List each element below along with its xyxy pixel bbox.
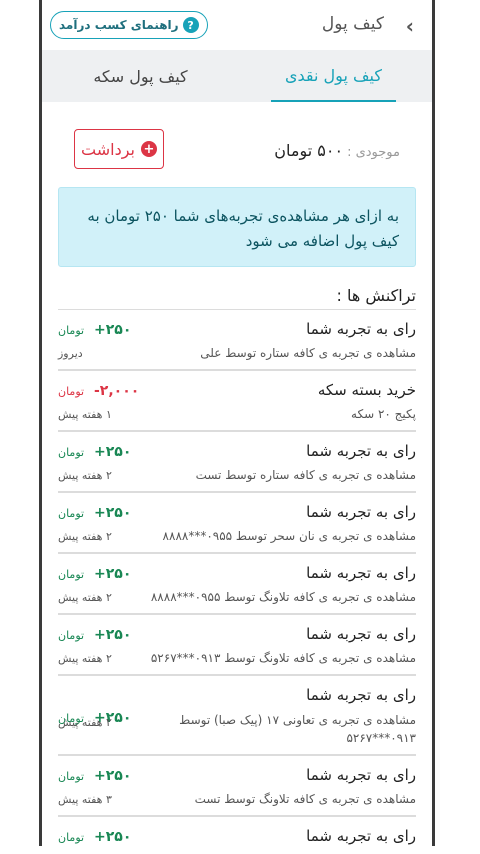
info-alert: به ازای هر مشاهده‌ی تجربه‌های شما ۲۵۰ تو… bbox=[58, 187, 416, 267]
question-icon: ? bbox=[182, 17, 199, 33]
transaction-desc: مشاهده ی تجربه ی تعاونی ۱۷ (پیک صبا) توس… bbox=[179, 713, 416, 745]
transaction-unit: تومان bbox=[58, 385, 85, 398]
transaction-desc: پکیج ۲۰ سکه bbox=[351, 407, 416, 421]
transaction-row: رای به تجربه شما مشاهده ی تجربه ی کافه ست… bbox=[58, 432, 416, 493]
transaction-time: ۲ هفته پیش bbox=[58, 716, 112, 729]
screen-frame-right bbox=[432, 0, 435, 846]
transaction-row: رای به تجربه شما مشاهده ی تجربه ی کافه تل… bbox=[58, 615, 416, 676]
transactions-title: تراکنش ها : bbox=[336, 286, 416, 305]
transaction-desc: مشاهده ی تجربه ی کافه تلاونگ توسط ۰۹۱۳**… bbox=[150, 651, 416, 665]
balance: موجودی : ۵۰۰ تومان bbox=[274, 141, 400, 160]
transaction-amount: +۲۵۰ bbox=[94, 768, 132, 784]
transaction-row: رای به تجربه شما مشاهده ی تجربه ی نان سحر… bbox=[58, 493, 416, 554]
withdraw-label: برداشت bbox=[81, 139, 135, 159]
transaction-amount: +۲۵۰ bbox=[94, 444, 132, 460]
wallet-screen: › کیف پول ? راهنمای کسب درآمد کیف پول نق… bbox=[42, 0, 432, 846]
transaction-time: ۲ هفته پیش bbox=[58, 652, 112, 665]
transaction-desc: مشاهده ی تجربه ی کافه تلاونگ توسط ۰۹۵۵**… bbox=[150, 590, 416, 604]
header: › کیف پول ? راهنمای کسب درآمد bbox=[42, 0, 432, 50]
transaction-time: ۳ هفته پیش bbox=[58, 793, 112, 806]
transaction-amount: +۲۵۰ bbox=[94, 829, 132, 845]
transaction-title: خرید بسته سکه bbox=[317, 381, 416, 399]
tab-coin-wallet[interactable]: کیف پول سکه bbox=[78, 50, 203, 102]
transaction-unit: تومان bbox=[58, 507, 85, 520]
transaction-amount: +۲۵۰ bbox=[94, 322, 132, 338]
transaction-title: رای به تجربه شما bbox=[306, 442, 416, 460]
transaction-row: خرید بسته سکه پکیج ۲۰ سکه -۲,۰۰۰ تومان ۱ هفت… bbox=[58, 371, 416, 432]
transaction-title: رای به تجربه شما bbox=[306, 320, 416, 338]
transaction-time: ۱ هفته پیش bbox=[58, 408, 112, 421]
wallet-tabs: کیف پول نقدی کیف پول سکه bbox=[42, 50, 432, 102]
transaction-title: رای به تجربه شما bbox=[306, 766, 416, 784]
transaction-unit: تومان bbox=[58, 831, 85, 844]
transactions-list: رای به تجربه شما مشاهده ی تجربه ی کافه ست… bbox=[58, 310, 416, 846]
transaction-unit: تومان bbox=[58, 770, 85, 783]
chevron-right-icon[interactable]: › bbox=[406, 14, 414, 38]
transaction-title: رای به تجربه شما bbox=[306, 625, 416, 643]
transaction-amount: +۲۵۰ bbox=[94, 627, 132, 643]
transaction-desc: مشاهده ی تجربه ی کافه ستاره توسط تست bbox=[195, 468, 416, 482]
transaction-desc: مشاهده ی تجربه ی کافه ستاره توسط علی bbox=[200, 346, 416, 360]
transaction-amount: +۲۵۰ bbox=[94, 566, 132, 582]
transaction-amount: -۲,۰۰۰ bbox=[94, 383, 140, 399]
withdraw-button[interactable]: + برداشت bbox=[74, 129, 164, 169]
transaction-time: دیروز bbox=[58, 347, 83, 360]
transaction-time: ۲ هفته پیش bbox=[58, 530, 112, 543]
transaction-amount: +۲۵۰ bbox=[94, 505, 132, 521]
transaction-row: رای به تجربه شما مشاهده ی تجربه ی کافه ست… bbox=[58, 310, 416, 371]
transaction-desc: مشاهده ی تجربه ی کافه تلاونگ توسط تست bbox=[194, 792, 416, 806]
transaction-row: رای به تجربه شما مشاهده ی تجربه ی تعاونی … bbox=[58, 676, 416, 756]
transaction-title: رای به تجربه شما bbox=[306, 686, 416, 704]
transaction-time: ۲ هفته پیش bbox=[58, 591, 112, 604]
transaction-unit: تومان bbox=[58, 446, 85, 459]
page-title: کیف پول bbox=[321, 14, 384, 34]
balance-label: موجودی : bbox=[347, 145, 400, 160]
transaction-row: رای به تجربه شما مشاهده ی تجربه ی کافه تل… bbox=[58, 756, 416, 817]
income-guide-button[interactable]: ? راهنمای کسب درآمد bbox=[50, 11, 208, 39]
transaction-time: ۲ هفته پیش bbox=[58, 469, 112, 482]
transaction-title: رای به تجربه شما bbox=[306, 827, 416, 845]
balance-value: ۵۰۰ تومان bbox=[274, 141, 344, 160]
transaction-unit: تومان bbox=[58, 324, 85, 337]
transaction-desc: مشاهده ی تجربه ی نان سحر توسط ۰۹۵۵***۸۸۸… bbox=[162, 529, 416, 543]
tab-cash-wallet[interactable]: کیف پول نقدی bbox=[271, 50, 396, 102]
transaction-title: رای به تجربه شما bbox=[306, 503, 416, 521]
transaction-row: رای به تجربه شما مشاهده ی تجربه ی کافه تل… bbox=[58, 554, 416, 615]
plus-circle-icon: + bbox=[140, 141, 157, 157]
transaction-title: رای به تجربه شما bbox=[306, 564, 416, 582]
transaction-row: رای به تجربه شما +۲۵۰ تومان bbox=[58, 817, 416, 846]
income-guide-label: راهنمای کسب درآمد bbox=[59, 18, 179, 32]
transaction-unit: تومان bbox=[58, 568, 85, 581]
transaction-unit: تومان bbox=[58, 629, 85, 642]
